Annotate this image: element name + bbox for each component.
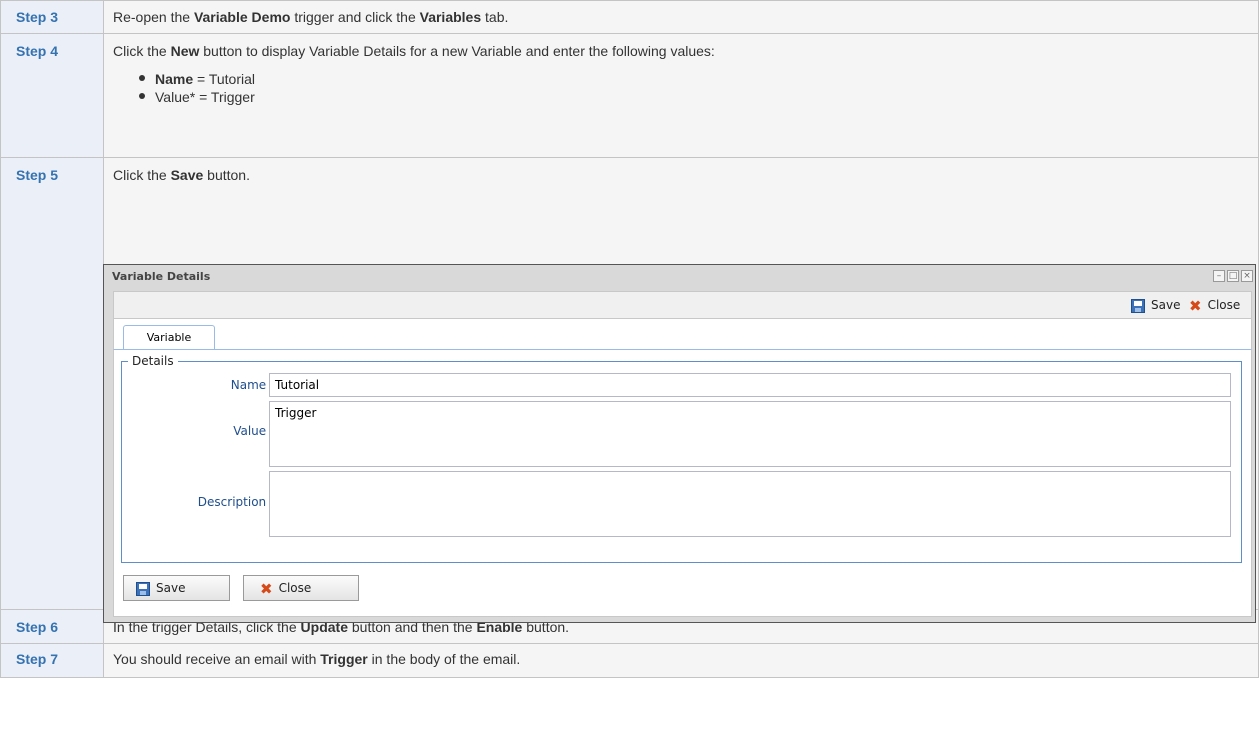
list-item: Value* = Trigger bbox=[139, 88, 1258, 106]
step-text: Click the Save button. bbox=[113, 167, 250, 183]
details-fieldset: Details Name : Tutorial Value : Trigger … bbox=[121, 354, 1242, 563]
close-button[interactable]: ✖ Close bbox=[243, 575, 359, 601]
step-text: You should receive an email with Trigger… bbox=[113, 651, 521, 667]
dialog-toolbar: Save ✖ Close bbox=[113, 291, 1252, 319]
dialog-title: Variable Details bbox=[112, 270, 211, 283]
step-content: Click the New button to display Variable… bbox=[103, 33, 1259, 158]
variable-panel: Details Name : Tutorial Value : Trigger … bbox=[113, 349, 1252, 617]
step-label: Step 6 bbox=[0, 609, 104, 644]
step-row: Step 3 Re-open the Variable Demo trigger… bbox=[0, 0, 1259, 34]
red-x-icon: ✖ bbox=[260, 579, 273, 598]
step-text: Re-open the Variable Demo trigger and cl… bbox=[113, 9, 509, 25]
close-button-label: Close bbox=[278, 581, 312, 595]
minimize-icon[interactable]: – bbox=[1213, 270, 1225, 282]
floppy-disk-icon bbox=[136, 581, 150, 596]
toolbar-save-label: Save bbox=[1151, 298, 1181, 312]
toolbar-close-label: Close bbox=[1207, 298, 1241, 312]
step-label: Step 5 bbox=[0, 157, 104, 610]
step-content: You should receive an email with Trigger… bbox=[103, 643, 1259, 678]
toolbar-save-button[interactable]: Save bbox=[1131, 296, 1180, 314]
variable-details-dialog: Variable Details – □ × Save ✖ Close Varia… bbox=[103, 264, 1256, 623]
toolbar-close-button[interactable]: ✖ Close bbox=[1189, 296, 1240, 314]
details-legend: Details bbox=[132, 354, 174, 368]
value-field[interactable]: Trigger bbox=[269, 401, 1231, 467]
description-field[interactable] bbox=[269, 471, 1231, 537]
maximize-icon[interactable]: □ bbox=[1227, 270, 1239, 282]
name-field[interactable]: Tutorial bbox=[269, 373, 1231, 397]
tab-variable[interactable]: Variable bbox=[123, 325, 215, 350]
values-list: Name = Tutorial Value* = Trigger bbox=[113, 70, 1258, 106]
step-content: Re-open the Variable Demo trigger and cl… bbox=[103, 0, 1259, 34]
list-item: Name = Tutorial bbox=[139, 70, 1258, 88]
step-label: Step 4 bbox=[0, 33, 104, 158]
tab-bar: Variable bbox=[113, 319, 1252, 350]
step-text: Click the New button to display Variable… bbox=[113, 43, 715, 59]
save-button[interactable]: Save bbox=[123, 575, 230, 601]
step-row: Step 4 Click the New button to display V… bbox=[0, 33, 1259, 158]
step-label: Step 7 bbox=[0, 643, 104, 678]
step-label: Step 3 bbox=[0, 0, 104, 34]
floppy-disk-icon bbox=[1131, 298, 1145, 313]
save-button-label: Save bbox=[156, 581, 186, 595]
red-x-icon: ✖ bbox=[1189, 296, 1202, 315]
value-label: Value : bbox=[233, 424, 274, 438]
name-label: Name : bbox=[230, 378, 274, 392]
close-window-icon[interactable]: × bbox=[1241, 270, 1253, 282]
step-row: Step 7 You should receive an email with … bbox=[0, 643, 1259, 678]
description-label: Description : bbox=[197, 495, 274, 509]
